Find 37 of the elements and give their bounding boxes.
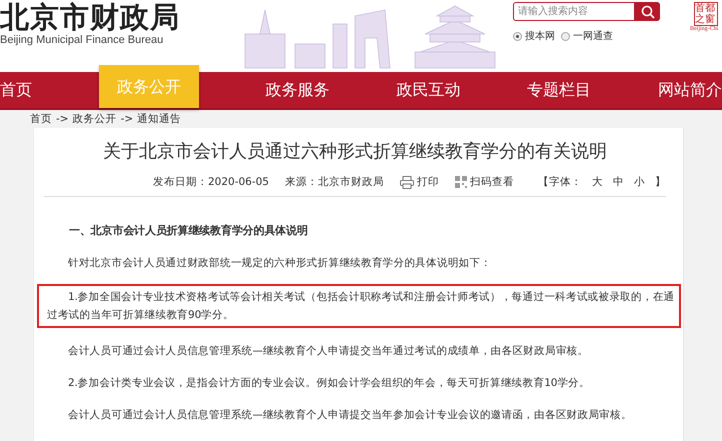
radio-label[interactable]: 搜本网 xyxy=(525,29,555,43)
breadcrumb-link[interactable]: 通知通告 xyxy=(137,110,182,128)
font-size-label: 【字体： xyxy=(538,175,582,189)
search-field[interactable]: 请输入搜索内容 xyxy=(513,2,635,21)
breadcrumb-link[interactable]: 政务公开 xyxy=(72,110,117,128)
section-heading: 一、北京市会计人员折算继续教育学分的具体说明 xyxy=(68,223,309,239)
breadcrumb-separator: -> xyxy=(56,112,69,127)
paragraph: 2.参加会计类专业会议，是指会计方面的专业会议。例如会计学会组织的年会，每天可折算继续教育10学分。 xyxy=(67,376,591,391)
font-size-option[interactable]: 中 xyxy=(613,175,624,189)
paragraph: 1.参加全国会计专业技术资格考试等会计相关考试（包括会计职称考试和注册会计师考试），每通过一科考试或被录取的，在通过考试的当年可折算继续教育90学分。 xyxy=(47,290,676,323)
breadcrumb-separator: -> xyxy=(120,112,134,127)
publish-date: 发布日期：2020-06-05 xyxy=(152,175,269,189)
search-button[interactable] xyxy=(635,2,660,21)
scan-qr-link[interactable]: 扫码查看 xyxy=(455,175,514,189)
site-name-english: Beijing Municipal Finance Bureau xyxy=(0,34,164,46)
paragraph: 针对北京市会计人员通过财政部统一规定的六种形式折算继续教育学分的具体说明如下： xyxy=(67,256,492,271)
article-title: 关于北京市会计人员通过六种形式折算继续教育学分的有关说明 xyxy=(102,140,608,164)
bracket-mark: 】 xyxy=(655,175,666,189)
qr-code-icon xyxy=(455,176,467,188)
print-link[interactable]: 打印 xyxy=(400,175,439,189)
search-icon xyxy=(640,4,654,18)
radio-button[interactable] xyxy=(513,32,522,40)
portal-seal-logo[interactable]: 首都之窗 xyxy=(694,2,718,26)
font-size-option[interactable]: 小 xyxy=(634,175,645,189)
breadcrumb-link[interactable]: 首页 xyxy=(30,110,52,128)
nav-tab[interactable]: 政民互动 xyxy=(396,72,460,108)
paragraph: 会计人员可通过会计人员信息管理系统—继续教育个人申请提交当年参加会计专业会议的邀请函，由各区财政局审核。 xyxy=(67,408,633,423)
paragraph: 会计人员可通过会计人员信息管理系统—继续教育个人申请提交当年通过考试的成绩单，由各区财政局审核。 xyxy=(67,344,590,359)
nav-tab[interactable]: 首页 xyxy=(0,72,32,108)
printer-icon xyxy=(400,176,414,188)
radio-label[interactable]: 一网通查 xyxy=(573,29,613,43)
radio-button[interactable] xyxy=(561,32,570,40)
nav-tab[interactable]: 专题栏目 xyxy=(527,72,592,108)
nav-tab[interactable]: 政务服务 xyxy=(266,72,330,108)
font-size-option[interactable]: 大 xyxy=(592,175,603,189)
source-label: 来源：北京市财政局 xyxy=(285,175,384,189)
nav-tab[interactable]: 网站简介 xyxy=(658,72,722,108)
